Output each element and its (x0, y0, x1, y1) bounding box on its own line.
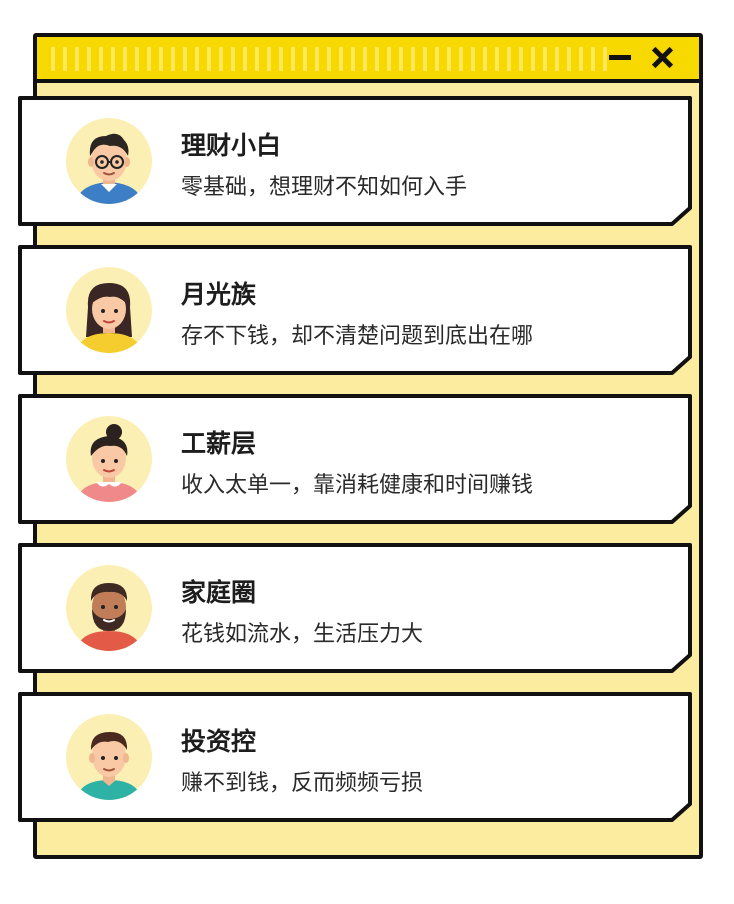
card-description: 零基础，想理财不知如何入手 (181, 175, 468, 200)
title-bar (37, 37, 699, 83)
minimize-button[interactable] (605, 42, 635, 72)
card-title: 月光族 (181, 280, 257, 309)
card-title: 理财小白 (181, 131, 282, 160)
card-description: 收入太单一，靠消耗健康和时间赚钱 (181, 473, 534, 498)
profile-card-salaried[interactable]: 工薪层 收入太单一，靠消耗健康和时间赚钱 (18, 394, 693, 524)
card-title: 投资控 (181, 727, 257, 756)
card-description: 花钱如流水，生活压力大 (181, 622, 424, 647)
card-description: 赚不到钱，反而频频亏损 (181, 771, 424, 796)
close-button[interactable] (647, 42, 677, 72)
profile-card-family[interactable]: 家庭圈 花钱如流水，生活压力大 (18, 543, 693, 673)
card-title: 家庭圈 (181, 578, 257, 607)
profile-card-investor[interactable]: 投资控 赚不到钱，反而频频亏损 (18, 692, 693, 822)
bearded-man-avatar (66, 565, 152, 651)
profile-card-moonlight[interactable]: 月光族 存不下钱，却不清楚问题到底出在哪 (18, 245, 693, 375)
young-man-avatar (66, 714, 152, 800)
woman-long-hair-avatar (66, 267, 152, 353)
young-man-glasses-avatar (66, 118, 152, 204)
card-description: 存不下钱，却不清楚问题到底出在哪 (181, 324, 534, 349)
card-title: 工薪层 (181, 429, 257, 458)
minimize-icon (609, 55, 631, 60)
title-bar-stripes (51, 47, 611, 71)
woman-bun-avatar (66, 416, 152, 502)
profile-card-beginner[interactable]: 理财小白 零基础，想理财不知如何入手 (18, 96, 693, 226)
